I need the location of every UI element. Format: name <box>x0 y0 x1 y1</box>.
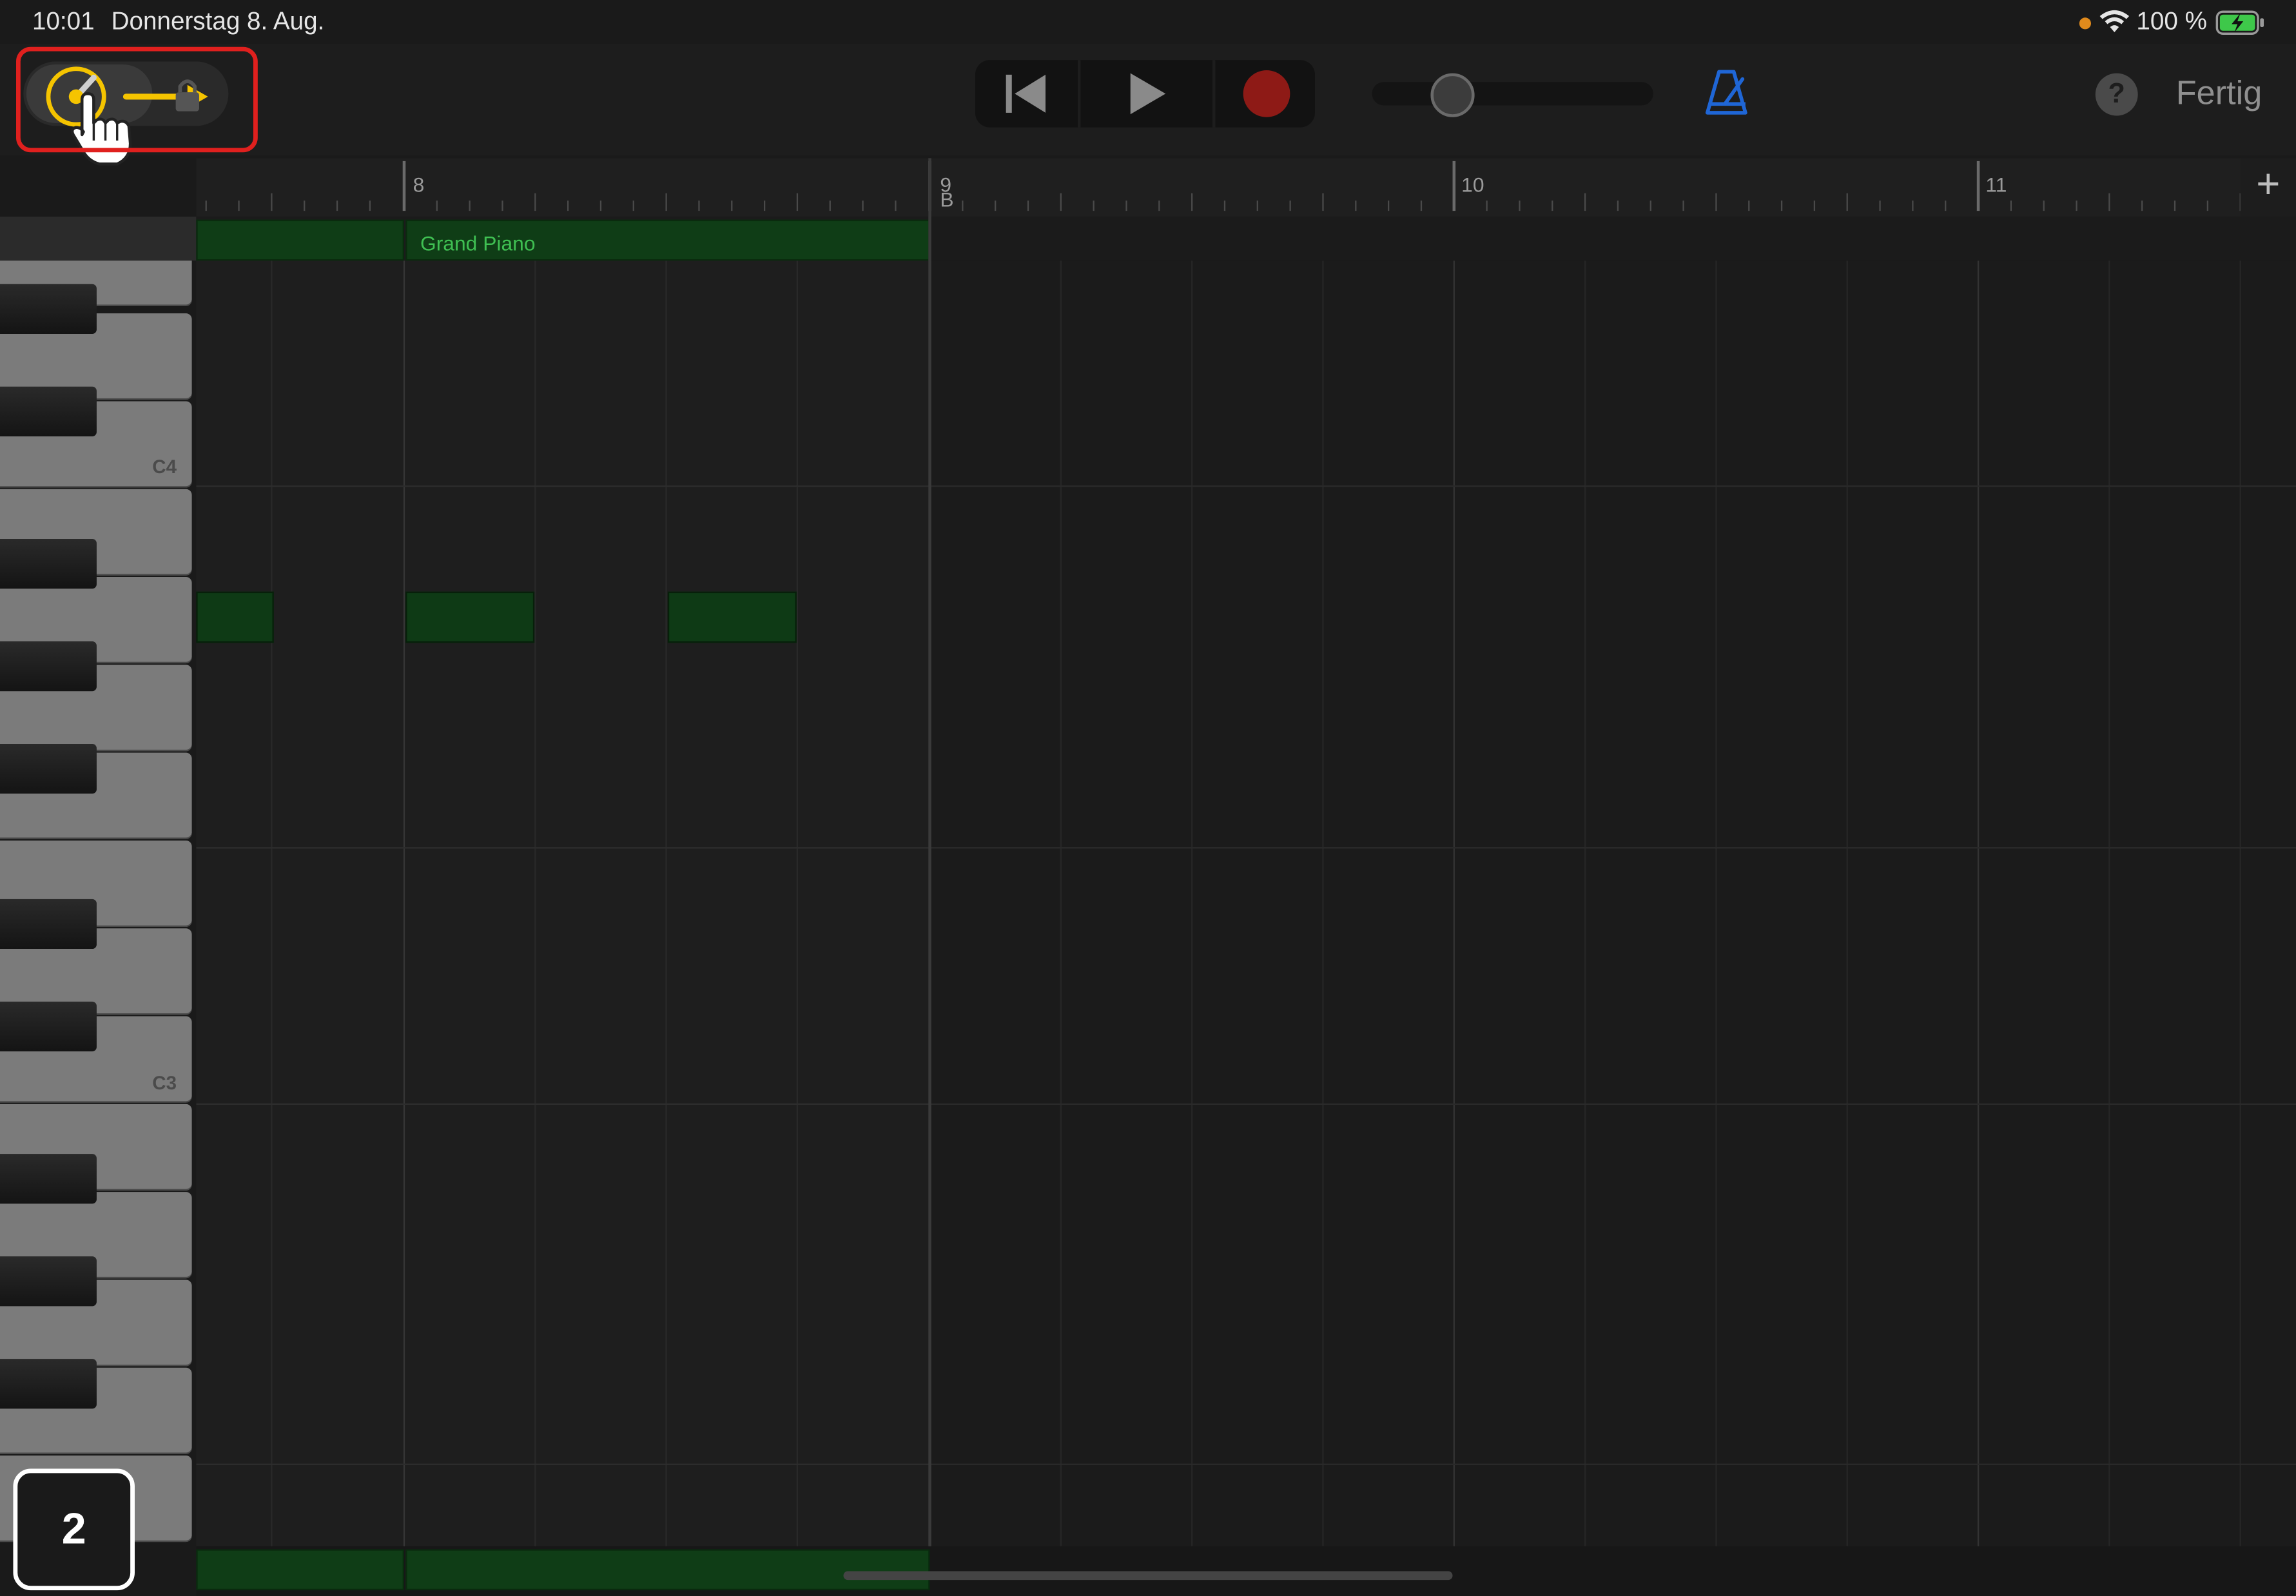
ruler-bar-8: 8 <box>413 173 425 197</box>
piano-black-key[interactable] <box>0 1154 97 1204</box>
metronome-icon[interactable] <box>1703 67 1750 117</box>
done-button[interactable]: Fertig <box>2176 73 2262 113</box>
piano-black-key[interactable] <box>0 538 97 589</box>
region-block[interactable] <box>405 1549 930 1591</box>
region-name: Grand Piano <box>420 231 536 255</box>
transport-divider <box>1077 60 1081 128</box>
lane-header <box>0 217 197 261</box>
piano-black-key[interactable] <box>0 1256 97 1307</box>
recording-dot-icon <box>2079 17 2091 30</box>
add-section-button[interactable]: + <box>2240 158 2296 217</box>
volume-slider[interactable] <box>1372 82 1653 106</box>
piano-black-key[interactable] <box>0 641 97 692</box>
region-end-line <box>928 158 931 1546</box>
region-area <box>196 260 928 1546</box>
home-indicator[interactable] <box>843 1571 1453 1581</box>
piano-keyboard[interactable] <box>0 260 193 1546</box>
ruler-bar-10: 10 <box>1461 173 1484 197</box>
ruler-bar-11: 11 <box>1985 173 2007 197</box>
midi-note[interactable] <box>405 591 535 643</box>
help-button[interactable]: ? <box>2095 73 2138 116</box>
piano-black-key[interactable] <box>0 899 97 949</box>
piano-black-key[interactable] <box>0 744 97 794</box>
volume-slider-thumb[interactable] <box>1430 73 1475 117</box>
battery-charging-icon <box>2215 10 2264 35</box>
piano-black-key[interactable] <box>0 1001 97 1052</box>
status-time: 10:01 <box>32 7 95 35</box>
wifi-icon <box>2099 10 2130 32</box>
ruler-ticks <box>205 161 2241 211</box>
app-window: 10:01 Donnerstag 8. Aug. 100 % ? Fertig … <box>0 0 2296 1596</box>
midi-note[interactable] <box>196 591 274 643</box>
piano-black-key[interactable] <box>0 386 97 436</box>
midi-note[interactable] <box>667 591 797 643</box>
step-number-badge: 2 <box>13 1468 135 1591</box>
region-block[interactable] <box>196 219 404 261</box>
record-icon[interactable] <box>1243 70 1290 117</box>
transport-divider <box>1212 60 1216 128</box>
battery-percent: 100 % <box>2136 7 2207 35</box>
ruler-section-marker: B <box>940 187 954 211</box>
region-block[interactable] <box>196 1549 404 1591</box>
go-to-start-icon[interactable] <box>1004 73 1048 115</box>
status-date: Donnerstag 8. Aug. <box>111 7 325 35</box>
piano-black-key[interactable] <box>0 284 97 334</box>
highlight-frame <box>15 46 258 153</box>
play-icon[interactable] <box>1127 70 1169 117</box>
piano-black-key[interactable] <box>0 1359 97 1409</box>
